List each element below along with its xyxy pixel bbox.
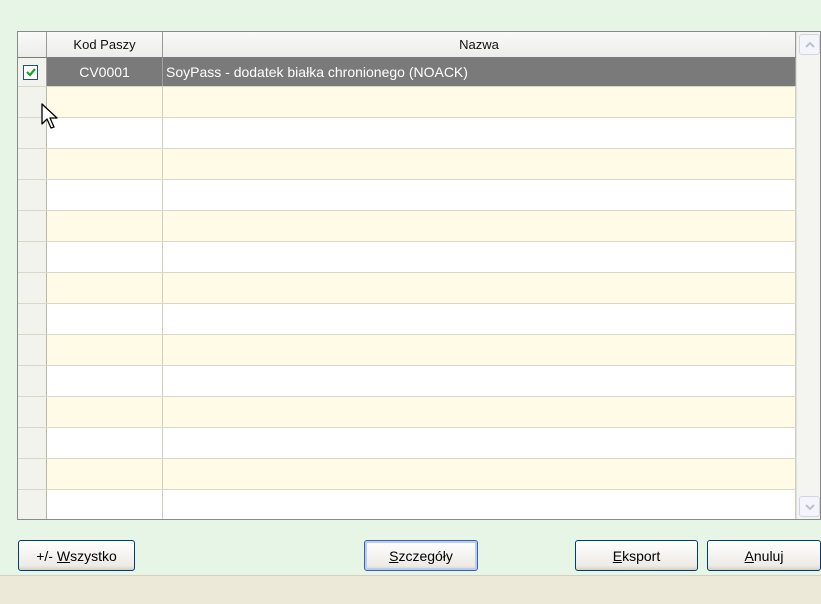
chevron-up-icon [804,41,815,48]
table-row[interactable] [18,87,796,118]
chevron-down-icon [804,503,815,510]
table-row[interactable] [18,273,796,304]
empty-cell[interactable] [18,242,47,272]
header-name-column[interactable]: Nazwa [163,32,796,58]
check-icon [25,68,36,77]
empty-cell[interactable] [18,211,47,241]
empty-cell[interactable] [18,397,47,427]
checkbox[interactable] [23,64,38,80]
cancel-label: nuluj [753,547,784,564]
table-row[interactable] [18,397,796,428]
table-row[interactable] [18,366,796,397]
empty-cell[interactable] [163,211,796,241]
scroll-up-button[interactable] [799,34,820,55]
empty-cell[interactable] [163,335,796,365]
empty-cell[interactable] [163,304,796,334]
empty-cell[interactable] [47,149,163,179]
empty-cell[interactable] [163,242,796,272]
feed-grid[interactable]: Kod Paszy Nazwa CV0001 SoyPass - dodatek… [17,31,821,520]
empty-cell[interactable] [47,397,163,427]
empty-cell[interactable] [47,118,163,148]
vertical-scrollbar[interactable] [796,32,820,519]
empty-cell[interactable] [18,366,47,396]
empty-cell[interactable] [47,428,163,458]
export-button[interactable]: Eksport [575,540,698,571]
empty-cell[interactable] [163,149,796,179]
grid-header: Kod Paszy Nazwa [18,32,796,58]
toggle-all-prefix: +/- [36,547,57,564]
empty-cell[interactable] [47,242,163,272]
empty-cell[interactable] [47,366,163,396]
empty-cell[interactable] [47,335,163,365]
table-row[interactable] [18,490,796,519]
empty-cell[interactable] [163,87,796,117]
scroll-down-button[interactable] [799,496,820,517]
table-row[interactable] [18,304,796,335]
empty-cell[interactable] [47,211,163,241]
status-bar [0,575,821,604]
empty-cell[interactable] [163,459,796,489]
cancel-mnemonic: A [744,547,754,564]
grid-body: CV0001 SoyPass - dodatek białka chronion… [18,58,796,519]
export-mnemonic: E [612,547,623,564]
row-code-cell[interactable]: CV0001 [47,58,163,86]
empty-cell[interactable] [18,304,47,334]
table-row[interactable] [18,180,796,211]
empty-cell[interactable] [47,490,163,519]
empty-cell[interactable] [163,180,796,210]
row-name-cell[interactable]: SoyPass - dodatek białka chronionego (NO… [163,58,796,86]
empty-cell[interactable] [18,335,47,365]
empty-cell[interactable] [47,304,163,334]
header-code-column[interactable]: Kod Paszy [47,32,163,58]
toggle-all-button[interactable]: +/- Wszystko [18,540,135,571]
table-row[interactable] [18,211,796,242]
cancel-button[interactable]: Anuluj [707,540,821,571]
empty-cell[interactable] [163,397,796,427]
table-row[interactable] [18,459,796,490]
empty-cell[interactable] [18,149,47,179]
toggle-all-mnemonic: W [56,547,71,564]
details-button[interactable]: Szczegóły [364,540,478,571]
mouse-pointer-icon [41,103,58,129]
empty-cell[interactable] [163,490,796,519]
table-row[interactable] [18,149,796,180]
empty-cell[interactable] [163,118,796,148]
table-row[interactable] [18,428,796,459]
table-row[interactable] [18,242,796,273]
table-row[interactable] [18,118,796,149]
empty-cell[interactable] [18,428,47,458]
empty-cell[interactable] [18,459,47,489]
empty-cell[interactable] [47,180,163,210]
table-row[interactable] [18,335,796,366]
empty-cell[interactable] [18,273,47,303]
details-label: zczegóły [398,547,453,564]
empty-cell[interactable] [18,490,47,519]
empty-cell[interactable] [47,87,163,117]
row-checkbox-cell[interactable] [18,58,47,86]
empty-cell[interactable] [47,273,163,303]
toggle-all-label: szystko [70,547,117,564]
table-row[interactable]: CV0001 SoyPass - dodatek białka chronion… [18,58,796,87]
empty-cell[interactable] [163,428,796,458]
empty-rows [18,87,796,519]
empty-cell[interactable] [163,273,796,303]
export-label: ksport [622,547,661,564]
empty-cell[interactable] [18,180,47,210]
header-check-column[interactable] [18,32,47,58]
empty-cell[interactable] [163,366,796,396]
details-mnemonic: S [389,547,399,564]
empty-cell[interactable] [47,459,163,489]
